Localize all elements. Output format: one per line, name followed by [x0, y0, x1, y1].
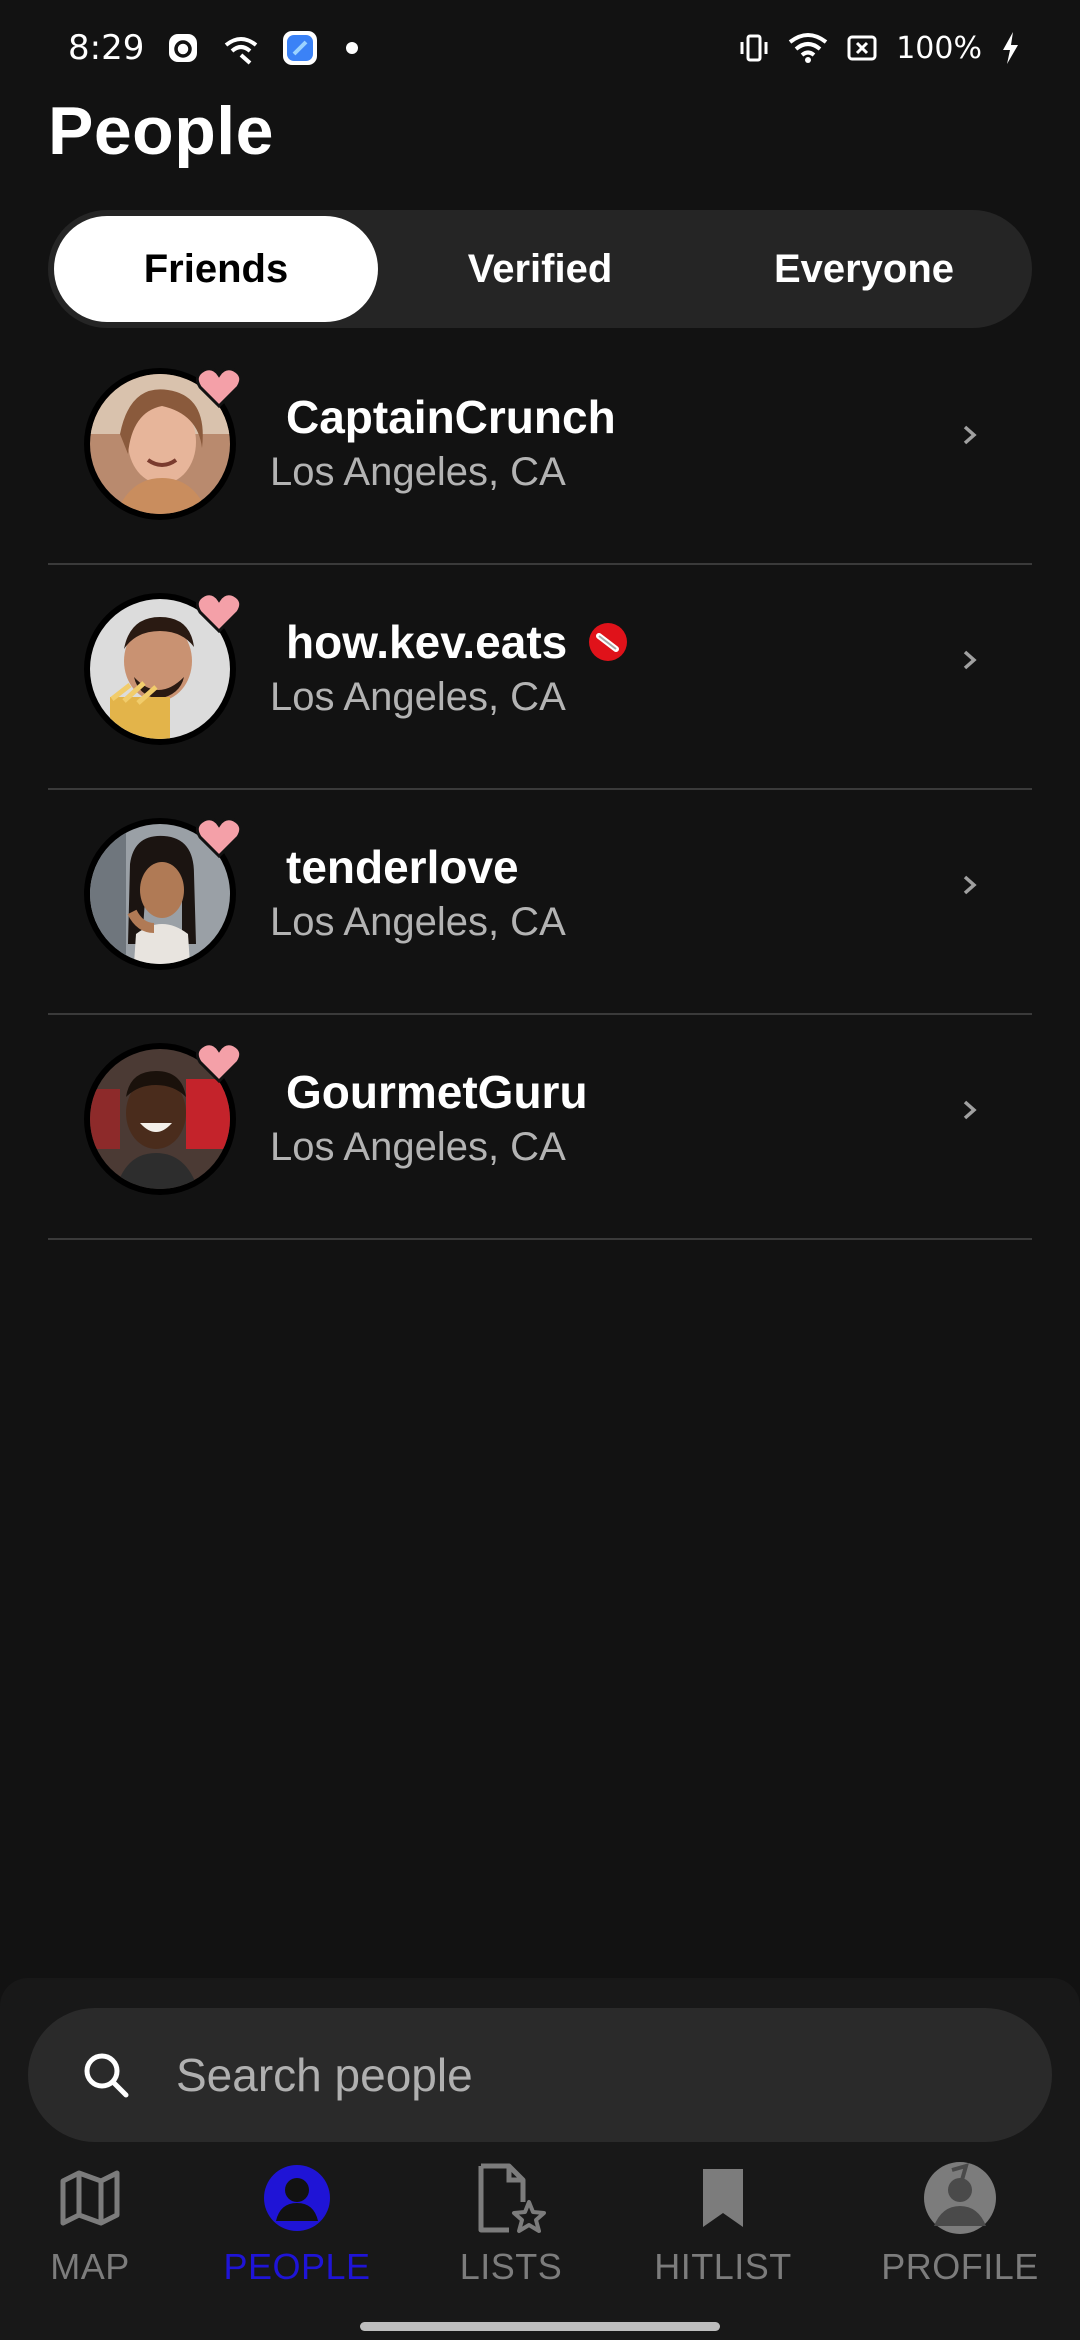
nav-label: LISTS — [459, 2246, 563, 2287]
people-filter-tabs: Friends Verified Everyone — [48, 210, 1032, 328]
person-row-tenderlove[interactable]: tenderlove Los Angeles, CA — [48, 790, 1032, 1015]
avatar-container — [84, 367, 242, 520]
person-name: tenderlove — [286, 841, 519, 893]
battery-percent: 100% — [896, 30, 982, 66]
person-location: Los Angeles, CA — [270, 675, 566, 719]
chevron-right-icon — [963, 875, 977, 895]
person-name: CaptainCrunch — [286, 391, 616, 443]
avatar-container — [84, 1042, 242, 1195]
people-list: CaptainCrunch Los Angeles, CA how.kev.ea… — [48, 340, 1032, 1240]
home-indicator — [360, 2322, 720, 2331]
heart-icon — [196, 367, 242, 408]
person-row-gourmetguru[interactable]: GourmetGuru Los Angeles, CA — [48, 1015, 1032, 1240]
data-off-icon — [846, 32, 878, 64]
search-bar[interactable] — [28, 2008, 1052, 2142]
verified-badge-icon — [589, 623, 628, 661]
person-location: Los Angeles, CA — [270, 900, 566, 944]
status-bar: 8:29 100% — [0, 0, 1080, 96]
avatar-container — [84, 817, 242, 970]
page-title: People — [48, 93, 274, 169]
person-row-how-kev-eats[interactable]: how.kev.eats Los Angeles, CA — [48, 565, 1032, 790]
status-right: 100% — [738, 31, 1020, 66]
tab-friends[interactable]: Friends — [54, 216, 378, 322]
bookmark-icon — [699, 2156, 747, 2240]
person-location: Los Angeles, CA — [270, 450, 566, 494]
map-icon — [59, 2156, 121, 2240]
bottom-panel: MAP PEOPLE LISTS HITLIST PROFILE — [0, 1978, 1080, 2340]
tab-everyone[interactable]: Everyone — [702, 216, 1026, 322]
chevron-right-icon — [963, 425, 977, 445]
nav-label: PEOPLE — [223, 2246, 371, 2287]
search-icon — [84, 2053, 129, 2098]
search-input[interactable] — [176, 2048, 976, 2102]
heart-icon — [196, 817, 242, 858]
person-icon — [262, 2156, 332, 2240]
nav-profile[interactable]: PROFILE — [860, 2156, 1060, 2296]
person-name: how.kev.eats — [286, 616, 568, 668]
nav-label: HITLIST — [654, 2246, 792, 2287]
person-name-wrap: CaptainCrunch — [286, 390, 616, 444]
person-name-wrap: how.kev.eats — [286, 615, 629, 669]
person-name: GourmetGuru — [286, 1066, 588, 1118]
bottom-nav: MAP PEOPLE LISTS HITLIST PROFILE — [0, 2156, 1080, 2306]
nav-label: MAP — [50, 2246, 130, 2287]
heart-icon — [196, 1042, 242, 1083]
vibrate-icon — [738, 32, 770, 64]
heart-icon — [196, 592, 242, 633]
nav-hitlist[interactable]: HITLIST — [623, 2156, 823, 2296]
nav-label: PROFILE — [881, 2246, 1039, 2287]
person-location: Los Angeles, CA — [270, 1125, 566, 1169]
nav-people[interactable]: PEOPLE — [197, 2156, 397, 2296]
avatar-container — [84, 592, 242, 745]
threads-icon — [166, 31, 200, 65]
nav-map[interactable]: MAP — [0, 2156, 190, 2296]
list-doc-icon — [473, 2156, 549, 2240]
person-row-captaincrunch[interactable]: CaptainCrunch Los Angeles, CA — [48, 340, 1032, 565]
status-time: 8:29 — [68, 28, 145, 68]
tab-verified[interactable]: Verified — [378, 216, 702, 322]
wireless-icon — [222, 31, 260, 65]
notification-dot-icon — [346, 42, 359, 54]
chevron-right-icon — [963, 650, 977, 670]
profile-avatar-icon — [922, 2156, 998, 2240]
status-left: 8:29 — [68, 28, 359, 68]
person-name-wrap: tenderlove — [286, 840, 519, 894]
app-icon — [282, 30, 318, 66]
nav-lists[interactable]: LISTS — [411, 2156, 611, 2296]
chevron-right-icon — [963, 1100, 977, 1120]
charging-icon — [1000, 31, 1020, 65]
wifi-icon — [788, 32, 828, 64]
person-name-wrap: GourmetGuru — [286, 1065, 588, 1119]
